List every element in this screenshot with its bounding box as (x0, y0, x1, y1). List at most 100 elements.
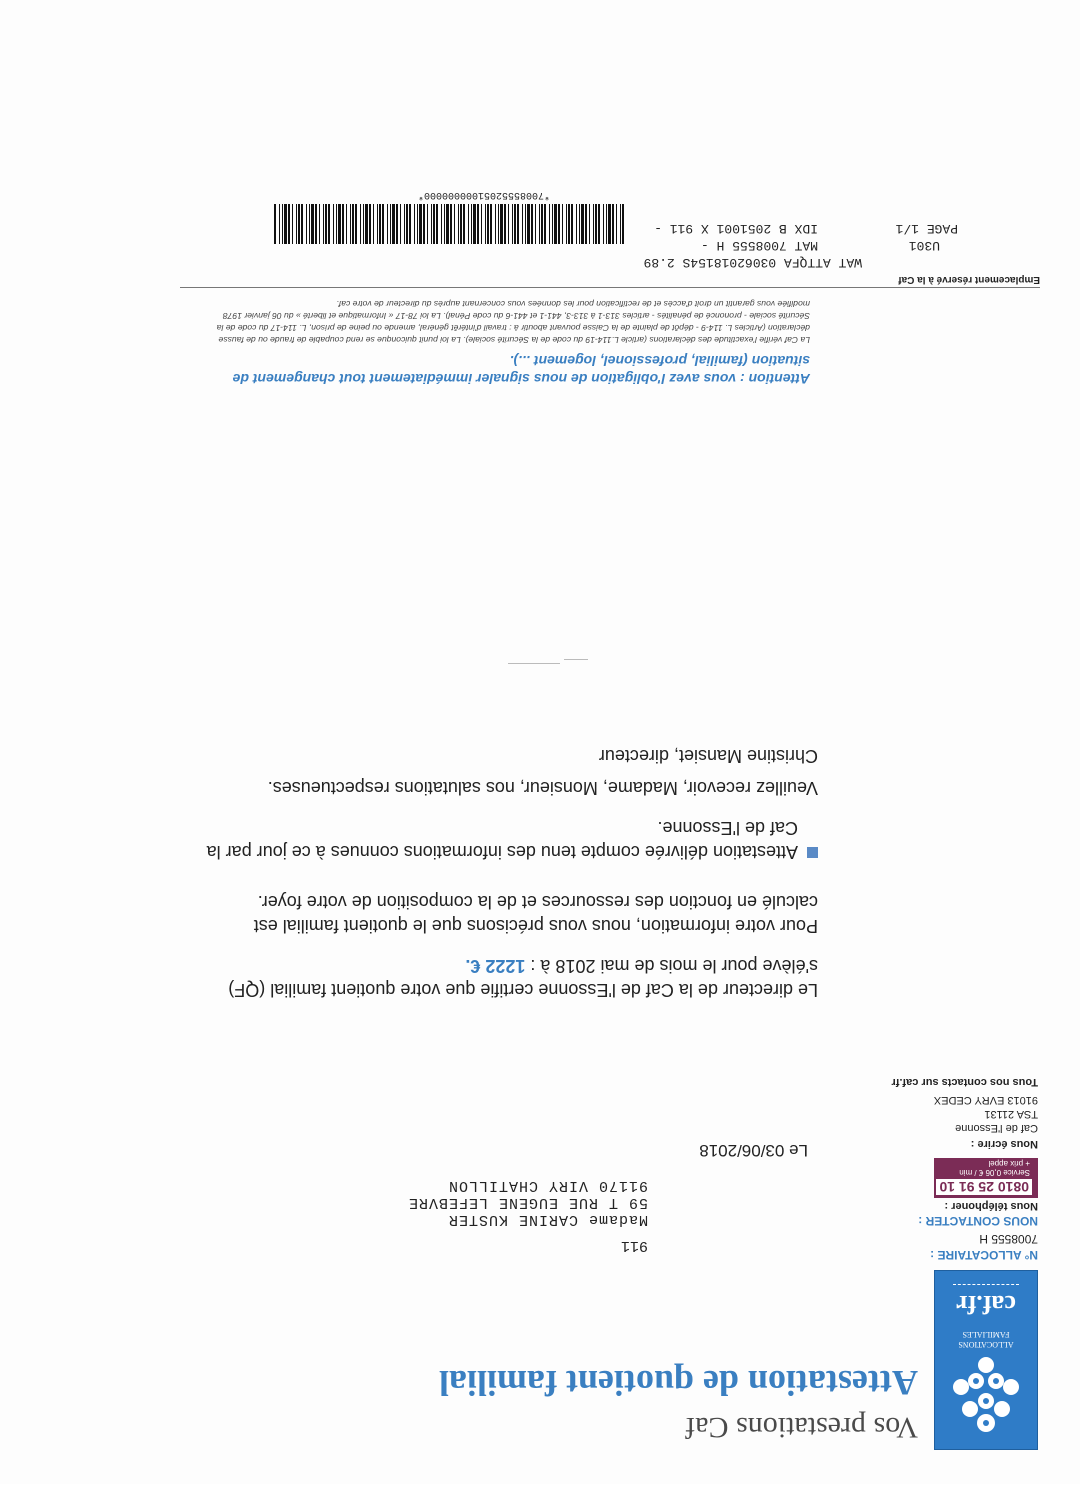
barcode-bar (342, 204, 344, 244)
contacts-note: Tous nos contacts sur caf.fr (891, 1076, 1039, 1088)
barcode-bar (382, 204, 384, 244)
barcode-bar (296, 204, 297, 244)
barcode-bar (576, 204, 577, 244)
barcode (274, 204, 624, 244)
barcode-bar (319, 204, 320, 244)
barcode-bar (309, 204, 310, 244)
barcode-bar (468, 204, 469, 244)
barcode-bar (436, 204, 438, 244)
barcode-bar (514, 204, 516, 244)
barcode-bar (282, 204, 283, 244)
phone-box: 0810 25 91 10 Service 0,06 € / min + pri… (934, 1158, 1038, 1198)
barcode-bar (598, 204, 600, 244)
barcode-bar (390, 204, 391, 244)
barcode-bar (512, 204, 513, 244)
barcode-bar (360, 204, 361, 244)
scan-mark (564, 659, 588, 660)
routing-code: 911 (620, 1237, 648, 1254)
barcode-bar (333, 204, 334, 244)
barcode-bar (554, 204, 557, 244)
barcode-bar (454, 204, 455, 244)
caf-logo: ALLOCATIONS FAMILIALES caf.fr (934, 1270, 1038, 1450)
barcode-bar (431, 204, 432, 244)
barcode-bar (495, 204, 496, 244)
barcode-bar (522, 204, 523, 244)
barcode-bar (525, 204, 526, 244)
barcode-bar (400, 204, 401, 244)
barcode-bar (427, 204, 428, 244)
scan-mark (508, 663, 560, 664)
barcode-bar (373, 204, 374, 244)
legal-notice: La Caf vérifie l'exactitude des déclarat… (216, 299, 810, 345)
address-line: TSA 21131 (984, 1108, 1038, 1120)
reserved-divider (180, 287, 1040, 288)
barcode-bar (531, 204, 533, 244)
barcode-bar (616, 204, 617, 244)
barcode-bar (392, 204, 395, 244)
barcode-bar (504, 204, 506, 244)
phone-fee: Service 0,06 € / min + prix appel (959, 1159, 1030, 1177)
barcode-bar (508, 204, 509, 244)
barcode-bar (346, 204, 347, 244)
barcode-bar (490, 204, 492, 244)
barcode-bar (612, 204, 614, 244)
addressee-street: 59 T RUE EUGENE LEFEBVRE (407, 1194, 648, 1211)
paragraph-attestation: Attestation délivrée compte tenu des inf… (206, 818, 798, 862)
barcode-bar (446, 204, 449, 244)
barcode-bar (568, 204, 570, 244)
barcode-bar (566, 204, 567, 244)
barcode-bar (620, 204, 621, 244)
barcode-bar (417, 204, 418, 244)
phone-fee-line2: + prix appel (988, 1159, 1030, 1168)
barcode-bar (377, 204, 378, 244)
contact-label: NOUS CONTACTER : (918, 1214, 1038, 1228)
document-page: ALLOCATIONS FAMILIALES caf.fr Vos presta… (0, 0, 1080, 1484)
barcode-bar (315, 204, 317, 244)
barcode-bar (562, 204, 563, 244)
barcode-bar (585, 204, 587, 244)
barcode-bar (363, 204, 364, 244)
barcode-bar (608, 204, 611, 244)
barcode-bar (471, 204, 472, 244)
barcode-bar (558, 204, 560, 244)
barcode-bar (481, 204, 482, 244)
barcode-bar (444, 204, 445, 244)
barcode-bar (622, 204, 624, 244)
barcode-bar (301, 204, 303, 244)
page-title: Attestation de quotient familial (439, 1363, 918, 1403)
barcode-bar (387, 204, 388, 244)
barcode-bar (336, 204, 337, 244)
barcode-bar (274, 204, 276, 244)
prestations-heading: Vos prestations Caf (685, 1411, 918, 1444)
logo-allocations-line1: ALLOCATIONS (958, 1340, 1014, 1349)
barcode-bar (328, 204, 330, 244)
barcode-bar (404, 204, 405, 244)
reserved-idx: IDX B 2051001 X 911 - (654, 221, 818, 236)
barcode-bar (593, 204, 594, 244)
barcode-bar (441, 204, 442, 244)
attention-notice: Attention : vous avez l'obligation de no… (232, 353, 810, 387)
barcode-bar (500, 204, 503, 244)
logo-allocations-text: ALLOCATIONS FAMILIALES (939, 1329, 1033, 1349)
barcode-bar (284, 204, 287, 244)
phone-number: 0810 25 91 10 (936, 1179, 1032, 1195)
barcode-bar (581, 204, 584, 244)
barcode-bar (369, 204, 371, 244)
barcode-bar (463, 204, 465, 244)
barcode-bar (517, 204, 519, 244)
barcode-bar (406, 204, 408, 244)
barcode-bar (352, 204, 354, 244)
barcode-bar (423, 204, 425, 244)
addressee-name: Madame CARINE KUSTER (447, 1211, 648, 1228)
phone-label: Nous téléphoner : (944, 1200, 1038, 1212)
barcode-bar (338, 204, 341, 244)
barcode-bar (323, 204, 324, 244)
addressee-city: 91170 VIRY CHATILLON (447, 1177, 648, 1194)
barcode-bar (460, 204, 462, 244)
address-line: Caf de l'Essonne (955, 1122, 1038, 1134)
barcode-bar (535, 204, 536, 244)
reserved-code-a: U301 (908, 238, 940, 253)
reserved-mat: MAT 7008555 H - (700, 238, 818, 253)
barcode-bar (414, 204, 415, 244)
barcode-bar (473, 204, 476, 244)
